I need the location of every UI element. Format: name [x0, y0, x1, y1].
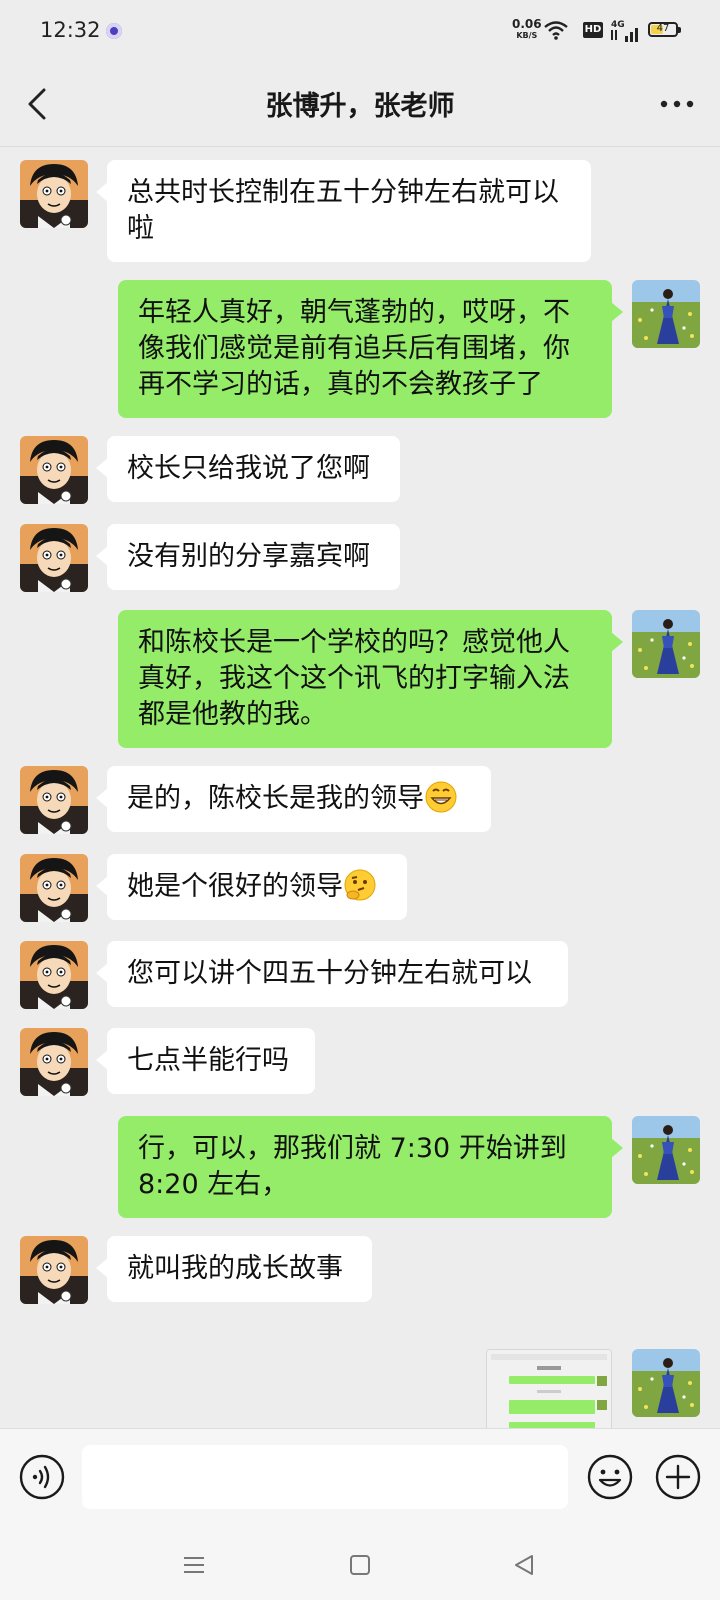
- avatar[interactable]: [20, 854, 88, 922]
- avatar[interactable]: [632, 1349, 700, 1417]
- avatar[interactable]: [20, 1028, 88, 1096]
- message-bubble[interactable]: 是的，陈校长是我的领导: [96, 766, 491, 832]
- system-navigation-bar: [0, 1530, 720, 1600]
- status-bar: 12:32 0.06 KB/S HD 4G 47: [0, 0, 720, 62]
- thinking-face-icon: [344, 869, 376, 901]
- grinning-face-icon: [425, 781, 457, 813]
- status-time: 12:32: [40, 18, 101, 42]
- input-bar: [0, 1428, 720, 1531]
- avatar[interactable]: [632, 610, 700, 678]
- message-bubble[interactable]: 她是个很好的领导: [96, 854, 407, 920]
- message-bubble[interactable]: 年轻人真好，朝气蓬勃的，哎呀，不像我们感觉是前有追兵后有围堵，你再不学习的话，真…: [118, 280, 623, 418]
- message-bubble[interactable]: 七点半能行吗: [96, 1028, 315, 1094]
- voice-input-icon[interactable]: [18, 1453, 66, 1501]
- message-bubble[interactable]: 和陈校长是一个学校的吗？感觉他人真好，我这个这个讯飞的打字输入法都是他教的我。: [118, 610, 623, 748]
- message-input[interactable]: [82, 1445, 568, 1509]
- more-options-icon[interactable]: [652, 84, 702, 124]
- message-bubble[interactable]: 校长只给我说了您啊: [96, 436, 400, 502]
- battery-icon: 47: [648, 22, 681, 37]
- avatar[interactable]: [632, 280, 700, 348]
- wifi-icon: [544, 21, 568, 40]
- network-speed-unit: KB/S: [516, 31, 538, 40]
- back-nav-icon[interactable]: [508, 1550, 540, 1580]
- avatar[interactable]: [20, 436, 88, 504]
- recent-apps-icon[interactable]: [178, 1550, 210, 1580]
- message-text: 她是个很好的领导: [127, 871, 343, 902]
- avatar[interactable]: [20, 766, 88, 834]
- chat-header: 张博升，张老师: [0, 62, 720, 147]
- screenshot-preview-icon: [487, 1350, 611, 1430]
- message-bubble[interactable]: 就叫我的成长故事: [96, 1236, 372, 1302]
- network-speed: 0.06 KB/S: [512, 17, 542, 41]
- avatar[interactable]: [20, 160, 88, 228]
- battery-level: 47: [656, 23, 670, 34]
- image-message-thumbnail[interactable]: [486, 1349, 612, 1430]
- notification-app-icon: [106, 23, 122, 39]
- message-bubble[interactable]: 您可以讲个四五十分钟左右就可以: [96, 941, 568, 1007]
- message-bubble[interactable]: 总共时长控制在五十分钟左右就可以啦: [96, 160, 591, 262]
- avatar[interactable]: [632, 1116, 700, 1184]
- chat-title: 张博升，张老师: [265, 91, 455, 122]
- hd-icon: HD: [583, 22, 603, 38]
- message-bubble[interactable]: 行，可以，那我们就 7:30 开始讲到 8:20 左右，: [118, 1116, 623, 1218]
- more-features-plus-icon[interactable]: [654, 1453, 702, 1501]
- avatar[interactable]: [20, 1236, 88, 1304]
- emoji-picker-icon[interactable]: [586, 1453, 634, 1501]
- avatar[interactable]: [20, 524, 88, 592]
- message-bubble[interactable]: 没有别的分享嘉宾啊: [96, 524, 400, 590]
- home-icon[interactable]: [344, 1550, 376, 1580]
- message-text: 是的，陈校长是我的领导: [127, 783, 424, 814]
- avatar[interactable]: [20, 941, 88, 1009]
- signal-icon: [611, 28, 638, 42]
- network-speed-value: 0.06: [512, 17, 542, 31]
